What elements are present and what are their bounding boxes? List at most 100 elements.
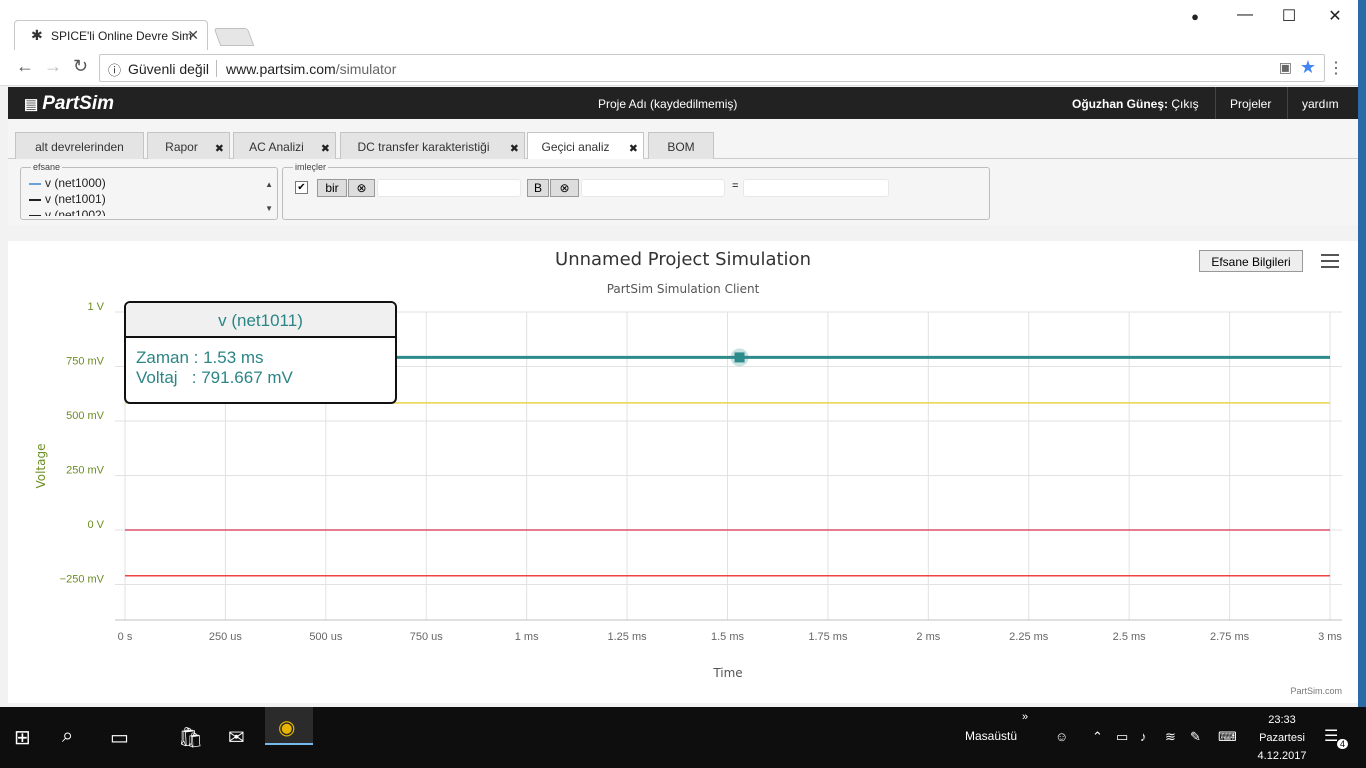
cursor-b-value-field[interactable] — [581, 179, 725, 197]
close-tab-icon[interactable]: ✖ — [510, 142, 519, 155]
reload-icon[interactable]: ↻ — [73, 56, 88, 77]
close-tab-icon[interactable]: ✖ — [215, 142, 224, 155]
y-tick-label: 500 mV — [66, 410, 105, 422]
tab-label: Rapor — [165, 140, 198, 154]
close-window-button[interactable]: ✕ — [1312, 6, 1358, 26]
legend-swatch — [29, 198, 41, 201]
close-tab-icon[interactable]: ✖ — [321, 142, 330, 155]
y-tick-label: 0 V — [87, 519, 104, 531]
clock-time: 23:33 — [1268, 714, 1296, 726]
cursor-enable-checkbox[interactable]: ✔ — [295, 181, 308, 194]
store-icon[interactable]: 🛍 — [178, 725, 203, 750]
notification-count: 4 — [1337, 739, 1349, 749]
back-icon[interactable]: ← — [16, 56, 34, 77]
legend-item-label: v (net1000) — [45, 176, 106, 190]
cursor-diff-field[interactable] — [743, 179, 889, 197]
address-bar[interactable]: ⓘ Güvenli değil www.partsim.com/simulato… — [99, 54, 1325, 82]
battery-icon[interactable]: ▭ — [1116, 729, 1128, 745]
close-tab-icon[interactable]: ✖ — [629, 142, 638, 155]
browser-tab[interactable]: ✱ SPICE'li Online Devre Sim ✕ — [14, 20, 208, 50]
cursor-a-value-field[interactable] — [377, 179, 521, 197]
chrome-taskbar-button[interactable]: ◉ — [265, 707, 313, 745]
legend-item[interactable]: v (net1002) — [29, 208, 106, 216]
keyboard-icon[interactable]: ⌨ — [1218, 729, 1237, 745]
y-tick-label: 750 mV — [66, 356, 105, 368]
cursor-b-button[interactable]: B — [527, 179, 549, 197]
cursor-b-clear-button[interactable]: ⊗ — [550, 179, 579, 197]
windows-start-icon[interactable]: ⊞ — [14, 725, 31, 750]
project-name[interactable]: Proje Adı (kaydedilmemiş) — [598, 97, 737, 111]
browser-menu-icon[interactable]: ⋮ — [1328, 58, 1344, 78]
legend-item-label: v (net1002) — [45, 208, 106, 216]
search-icon[interactable]: ⌕ — [62, 725, 73, 748]
tab-label: DC transfer karakteristiği — [357, 140, 490, 154]
people-icon[interactable]: ☺ — [1055, 729, 1068, 744]
chart-menu-icon[interactable] — [1321, 254, 1339, 272]
legend-swatch — [29, 214, 41, 216]
tab-dc-transfer[interactable]: DC transfer karakteristiği ✖ — [340, 132, 525, 159]
legend-item-label: v (net1001) — [45, 192, 106, 206]
legend-list[interactable]: v (net1000) v (net1001) v (net1002) — [21, 172, 261, 216]
browser-window: ✱ SPICE'li Online Devre Sim ✕ ● — ☐ ✕ ← … — [0, 0, 1366, 707]
mail-icon[interactable]: ✉ — [228, 725, 245, 750]
show-hidden-icons[interactable]: ⌃ — [1092, 729, 1103, 745]
security-label[interactable]: Güvenli değil — [128, 61, 209, 77]
y-tick-label: −250 mV — [60, 574, 105, 586]
cursor-a-button[interactable]: bir — [317, 179, 347, 197]
tab-label: AC Analizi — [249, 140, 304, 154]
partsim-logo[interactable]: ▤ PartSim — [24, 93, 114, 115]
volume-icon[interactable]: ♪ — [1140, 729, 1147, 744]
translate-icon[interactable]: ▣ — [1279, 59, 1292, 76]
user-area: Oğuzhan Güneş: Çıkış — [1072, 97, 1199, 111]
chrome-icon: ◉ — [278, 717, 296, 739]
x-axis-title: Time — [712, 666, 742, 680]
tab-bom[interactable]: BOM — [648, 132, 714, 159]
x-tick-label: 2.25 ms — [1009, 631, 1049, 643]
url-host: www.partsim.com — [226, 61, 336, 77]
legend-item[interactable]: v (net1000) — [29, 176, 106, 190]
clock-day: Pazartesi — [1259, 732, 1305, 744]
x-tick-label: 0 s — [118, 631, 133, 643]
close-tab-icon[interactable]: ✕ — [187, 27, 199, 44]
x-tick-label: 1.75 ms — [808, 631, 848, 643]
tab-ac-analysis[interactable]: AC Analizi ✖ — [233, 132, 336, 159]
windows-taskbar: ⊞ ⌕ ▭ 🛍 ✉ ◉ Masaüstü » ☺ ⌃ ▭ ♪ ≋ ✎ ⌨ 23:… — [0, 707, 1366, 768]
bookmark-star-icon[interactable]: ★ — [1300, 57, 1316, 78]
wifi-icon[interactable]: ≋ — [1165, 729, 1176, 745]
browser-toolbar: ← → ↻ ⓘ Güvenli değil www.partsim.com/si… — [0, 50, 1358, 86]
tab-title: SPICE'li Online Devre Sim — [51, 29, 192, 43]
new-tab-button[interactable] — [213, 28, 255, 46]
scroll-up-icon[interactable]: ▲ — [265, 180, 273, 189]
y-axis-title: Voltage — [34, 443, 48, 488]
tab-label: alt devrelerinden — [35, 140, 124, 154]
x-tick-label: 1.25 ms — [608, 631, 648, 643]
cursors-box: imleçler ✔ bir ⊗ B ⊗ = — [282, 162, 990, 220]
legend-info-button[interactable]: Efsane Bilgileri — [1199, 250, 1303, 272]
legend-box: efsane v (net1000) v (net1001) v (net100… — [20, 162, 278, 220]
maximize-button[interactable]: ☐ — [1266, 6, 1312, 26]
logo-text: PartSim — [42, 93, 114, 114]
tab-subcircuits[interactable]: alt devrelerinden — [15, 132, 144, 159]
info-icon[interactable]: ⓘ — [108, 60, 121, 79]
nav-help[interactable]: yardım — [1287, 87, 1358, 119]
profile-icon[interactable]: ● — [1172, 9, 1218, 24]
tab-transient[interactable]: Geçici analiz ✖ — [527, 132, 644, 160]
tab-strip: ✱ SPICE'li Online Devre Sim ✕ ● — ☐ ✕ — [0, 0, 1358, 50]
tab-report[interactable]: Rapor ✖ — [147, 132, 230, 159]
legend-item[interactable]: v (net1001) — [29, 192, 106, 206]
legend-swatch — [29, 182, 41, 185]
nav-projects[interactable]: Projeler — [1215, 87, 1285, 119]
task-view-icon[interactable]: ▭ — [110, 725, 129, 750]
desktop-toolbar[interactable]: Masaüstü — [965, 729, 1017, 743]
x-tick-label: 500 us — [309, 631, 343, 643]
clock[interactable]: 23:33 Pazartesi 4.12.2017 — [1250, 711, 1314, 765]
url-text[interactable]: www.partsim.com/simulator — [226, 61, 396, 77]
minimize-button[interactable]: — — [1222, 6, 1268, 24]
pen-icon[interactable]: ✎ — [1190, 729, 1201, 745]
toolbar-expand-icon[interactable]: » — [1022, 711, 1028, 723]
url-path: /simulator — [335, 61, 397, 77]
logout-link[interactable]: Çıkış — [1171, 97, 1198, 111]
scroll-down-icon[interactable]: ▼ — [265, 204, 273, 213]
forward-icon[interactable]: → — [44, 56, 62, 77]
cursor-a-clear-button[interactable]: ⊗ — [348, 179, 375, 197]
